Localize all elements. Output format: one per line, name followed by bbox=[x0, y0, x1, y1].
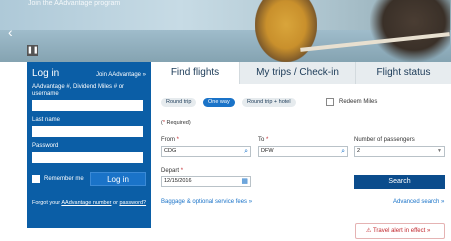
login-panel: Log in Join AAdvantage » AAdvantage #, D… bbox=[27, 62, 151, 228]
password-input[interactable] bbox=[32, 152, 143, 163]
to-value: DFW bbox=[261, 148, 274, 154]
join-aadvantage-link[interactable]: Join AAdvantage » bbox=[96, 72, 146, 78]
hero-person-paddler bbox=[370, 0, 450, 62]
username-label: AAdvantage #, Dividend Miles # or userna… bbox=[32, 84, 125, 97]
forgot-credentials: Forgot your AAdvantage number or passwor… bbox=[27, 200, 151, 206]
carousel-pause-icon[interactable]: ❚❚ bbox=[27, 45, 39, 56]
to-input[interactable]: DFW ⌕ bbox=[258, 146, 348, 157]
redeem-miles-label: Redeem Miles bbox=[339, 99, 378, 105]
passengers-label: Number of passengers bbox=[354, 137, 415, 143]
search-icon[interactable]: ⌕ bbox=[341, 147, 345, 156]
booking-tabs: Find flights My trips / Check-in Flight … bbox=[151, 62, 451, 84]
find-flights-form: Round trip One way Round trip + hotel Re… bbox=[151, 84, 451, 228]
trip-type-round-trip-hotel[interactable]: Round trip + hotel bbox=[242, 98, 296, 107]
carousel-prev-icon[interactable]: ‹ bbox=[8, 24, 13, 40]
redeem-miles[interactable]: Redeem Miles bbox=[326, 98, 377, 106]
advanced-search-link[interactable]: Advanced search » bbox=[393, 199, 444, 205]
lastname-label: Last name bbox=[32, 117, 61, 123]
depart-required-star: * bbox=[180, 168, 184, 174]
redeem-miles-checkbox[interactable] bbox=[326, 98, 334, 106]
hero-banner: Join the AAdvantage program ‹ ❚❚ bbox=[0, 0, 451, 62]
trip-type-one-way[interactable]: One way bbox=[203, 98, 235, 107]
login-button[interactable]: Log in bbox=[90, 172, 146, 186]
from-value: CDG bbox=[164, 148, 177, 154]
remember-me-label: Remember me bbox=[44, 176, 84, 182]
baggage-fees-link[interactable]: Baggage & optional service fees » bbox=[161, 199, 252, 205]
travel-alert[interactable]: ⚠ Travel alert in effect » bbox=[355, 223, 445, 239]
from-label: From * bbox=[161, 137, 179, 143]
forgot-prefix: Forgot your bbox=[32, 200, 62, 206]
depart-date-input[interactable]: 12/15/2016 ▦ bbox=[161, 176, 251, 187]
search-button[interactable]: Search bbox=[354, 175, 445, 189]
username-input[interactable] bbox=[32, 100, 143, 111]
login-header: Log in Join AAdvantage » bbox=[27, 62, 151, 79]
calendar-icon[interactable]: ▦ bbox=[241, 177, 248, 186]
tab-find-flights[interactable]: Find flights bbox=[151, 62, 239, 84]
passengers-value: 2 bbox=[357, 148, 361, 154]
remember-me-checkbox[interactable] bbox=[32, 175, 40, 183]
forgot-password-link[interactable]: password? bbox=[119, 200, 146, 206]
depart-value: 12/15/2016 bbox=[164, 178, 192, 184]
warning-icon: ⚠ bbox=[366, 228, 372, 234]
from-required-star: * bbox=[176, 137, 180, 143]
depart-label-text: Depart bbox=[161, 168, 180, 174]
required-text: Required bbox=[164, 120, 189, 126]
password-label: Password bbox=[32, 143, 59, 149]
from-input[interactable]: CDG ⌕ bbox=[161, 146, 251, 157]
remember-row: Remember me Log in bbox=[27, 172, 151, 186]
travel-alert-text: Travel alert in effect » bbox=[372, 228, 431, 234]
tab-my-trips[interactable]: My trips / Check-in bbox=[239, 62, 355, 84]
chevron-down-icon: ▼ bbox=[437, 148, 442, 154]
tab-flight-status[interactable]: Flight status bbox=[355, 62, 451, 84]
to-label-text: To bbox=[258, 137, 265, 143]
lastname-input[interactable] bbox=[32, 126, 143, 137]
trip-type-round-trip[interactable]: Round trip bbox=[161, 98, 197, 107]
login-title: Log in bbox=[32, 68, 60, 79]
to-label: To * bbox=[258, 137, 268, 143]
depart-label: Depart * bbox=[161, 168, 183, 174]
hero-person-lifejacket bbox=[255, 0, 317, 62]
to-required-star: * bbox=[266, 137, 269, 143]
forgot-number-link[interactable]: AAdvantage number bbox=[61, 200, 111, 206]
search-icon[interactable]: ⌕ bbox=[244, 147, 248, 156]
hero-caption: Join the AAdvantage program bbox=[28, 0, 121, 7]
passengers-select[interactable]: 2 ▼ bbox=[354, 146, 445, 157]
required-note: (* Required) bbox=[161, 120, 191, 126]
from-label-text: From bbox=[161, 137, 175, 143]
